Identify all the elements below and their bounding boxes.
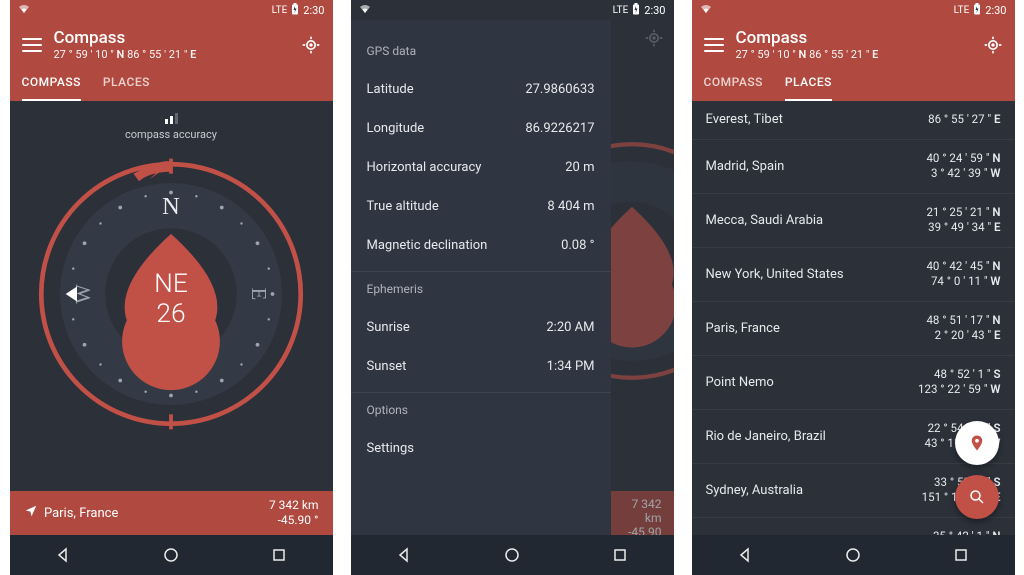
app-title: Compass	[736, 28, 971, 48]
tab-places[interactable]: PLACES	[103, 67, 150, 101]
row-settings[interactable]: Settings	[367, 429, 595, 468]
app-title: Compass	[54, 28, 289, 48]
android-navbar	[692, 535, 1015, 575]
app-bar: Compass 27 ° 59 ' 10 " N 86 ° 55 ' 21 " …	[692, 20, 1015, 101]
cardinal-n: N	[162, 193, 180, 220]
row-latitude: Latitude27.9860633	[367, 70, 595, 109]
place-coords: 35 ° 42 ' 1 " N139 ° 43 ' 6 " E	[928, 529, 1000, 535]
wifi-icon	[18, 4, 30, 17]
place-name: Point Nemo	[706, 375, 919, 390]
screen-compass: LTE 2:30 Compass 27 ° 59 ' 10 " N 86 ° 5…	[10, 0, 333, 575]
locate-icon[interactable]	[301, 35, 321, 55]
recents-icon[interactable]	[953, 547, 969, 563]
compass-accuracy: compass accuracy	[10, 113, 333, 141]
place-row[interactable]: Paris, France48 ° 51 ' 17 " N2 ° 20 ' 43…	[692, 302, 1015, 356]
section-gps: GPS data	[367, 44, 595, 58]
place-name: Everest, Tibet	[706, 112, 929, 127]
place-name: Rio de Janeiro, Brazil	[706, 429, 925, 444]
battery-icon	[973, 3, 981, 18]
back-icon[interactable]	[737, 547, 753, 563]
menu-icon[interactable]	[22, 38, 42, 52]
tab-compass[interactable]: COMPASS	[22, 67, 81, 101]
target-place-bar[interactable]: Paris, France 7 342 km -45.90 °	[10, 491, 333, 535]
place-coords: 40 ° 24 ' 59 " N3 ° 42 ' 39 " W	[926, 151, 1000, 182]
status-bar: LTE 2:30	[692, 0, 1015, 20]
screen-places: LTE 2:30 Compass 27 ° 59 ' 10 " N 86 ° 5…	[692, 0, 1015, 575]
recents-icon[interactable]	[612, 547, 628, 563]
row-horizontal-accuracy: Horizontal accuracy20 m	[367, 148, 595, 187]
place-coords: 48 ° 51 ' 17 " N2 ° 20 ' 43 " E	[926, 313, 1000, 344]
battery-icon	[291, 3, 299, 18]
cardinal-e: E	[247, 288, 269, 301]
target-distance: 7 342 km	[269, 498, 319, 513]
menu-icon[interactable]	[704, 38, 724, 52]
app-bar: Compass 27 ° 59 ' 10 " N 86 ° 55 ' 21 " …	[10, 20, 333, 101]
row-sunrise: Sunrise2:20 AM	[367, 308, 595, 347]
place-name: Madrid, Spain	[706, 159, 927, 174]
row-magnetic-declination: Magnetic declination0.08 °	[367, 226, 595, 265]
current-coords: 27 ° 59 ' 10 " N 86 ° 55 ' 21 " E	[54, 48, 289, 61]
section-ephemeris: Ephemeris	[367, 282, 595, 296]
back-icon[interactable]	[396, 547, 412, 563]
clock: 2:30	[985, 4, 1006, 17]
heading-deg: 26	[156, 299, 185, 329]
tab-compass[interactable]: COMPASS	[704, 67, 763, 101]
status-bar: LTE 2:30	[351, 0, 674, 20]
place-name: Sydney, Australia	[706, 483, 922, 498]
place-name: New York, United States	[706, 267, 927, 282]
place-coords: 21 ° 25 ' 21 " N39 ° 49 ' 34 " E	[926, 205, 1000, 236]
screen-drawer: LTE 2:30 7 342 km -45.90 °	[351, 0, 674, 575]
place-coords: 86 ° 55 ' 27 " E	[928, 112, 1000, 128]
row-longitude: Longitude86.9226217	[367, 109, 595, 148]
place-row[interactable]: Madrid, Spain40 ° 24 ' 59 " N3 ° 42 ' 39…	[692, 140, 1015, 194]
add-place-fab[interactable]	[955, 421, 999, 465]
section-options: Options	[367, 403, 595, 417]
row-true-altitude: True altitude8 404 m	[367, 187, 595, 226]
home-icon[interactable]	[163, 547, 179, 563]
wifi-icon	[700, 4, 712, 17]
places-list[interactable]: Everest, Tibet86 ° 55 ' 27 " EMadrid, Sp…	[692, 101, 1015, 535]
android-navbar	[351, 535, 674, 575]
navigation-icon	[24, 504, 38, 522]
place-row[interactable]: Mecca, Saudi Arabia21 ° 25 ' 21 " N39 ° …	[692, 194, 1015, 248]
signal-bars-icon	[165, 113, 178, 124]
locate-icon	[644, 28, 664, 52]
place-coords: 40 ° 42 ' 45 " N74 ° 0 ' 11 " W	[926, 259, 1000, 290]
place-row[interactable]: Everest, Tibet86 ° 55 ' 27 " E	[692, 101, 1015, 140]
row-sunset: Sunset1:34 PM	[367, 347, 595, 386]
navigation-drawer: GPS data Latitude27.9860633 Longitude86.…	[351, 20, 611, 535]
target-bearing: -45.90 °	[269, 513, 319, 528]
status-bar: LTE 2:30	[10, 0, 333, 20]
clock: 2:30	[644, 4, 665, 17]
compass-dial[interactable]: N E S W NE 26	[30, 153, 312, 435]
search-fab[interactable]	[955, 475, 999, 519]
lte-label: LTE	[272, 5, 288, 16]
place-row[interactable]: Tokyo, Japan35 ° 42 ' 1 " N139 ° 43 ' 6 …	[692, 518, 1015, 535]
current-coords: 27 ° 59 ' 10 " N 86 ° 55 ' 21 " E	[736, 48, 971, 61]
locate-icon[interactable]	[983, 35, 1003, 55]
home-icon[interactable]	[845, 547, 861, 563]
place-row[interactable]: New York, United States40 ° 42 ' 45 " N7…	[692, 248, 1015, 302]
target-place-name: Paris, France	[44, 506, 118, 521]
android-navbar	[10, 535, 333, 575]
heading-dir: NE	[154, 269, 188, 299]
dimmed-background[interactable]: 7 342 km -45.90 °	[611, 20, 674, 535]
battery-icon	[632, 3, 640, 18]
back-icon[interactable]	[55, 547, 71, 563]
place-name: Paris, France	[706, 321, 927, 336]
place-row[interactable]: Point Nemo48 ° 52 ' 1 " S123 ° 22 ' 59 "…	[692, 356, 1015, 410]
place-name: Mecca, Saudi Arabia	[706, 213, 927, 228]
tab-places[interactable]: PLACES	[785, 67, 832, 101]
recents-icon[interactable]	[271, 547, 287, 563]
accuracy-label: compass accuracy	[125, 128, 217, 141]
wifi-icon	[359, 4, 371, 17]
clock: 2:30	[303, 4, 324, 17]
home-icon[interactable]	[504, 547, 520, 563]
place-coords: 48 ° 52 ' 1 " S123 ° 22 ' 59 " W	[918, 367, 1000, 398]
